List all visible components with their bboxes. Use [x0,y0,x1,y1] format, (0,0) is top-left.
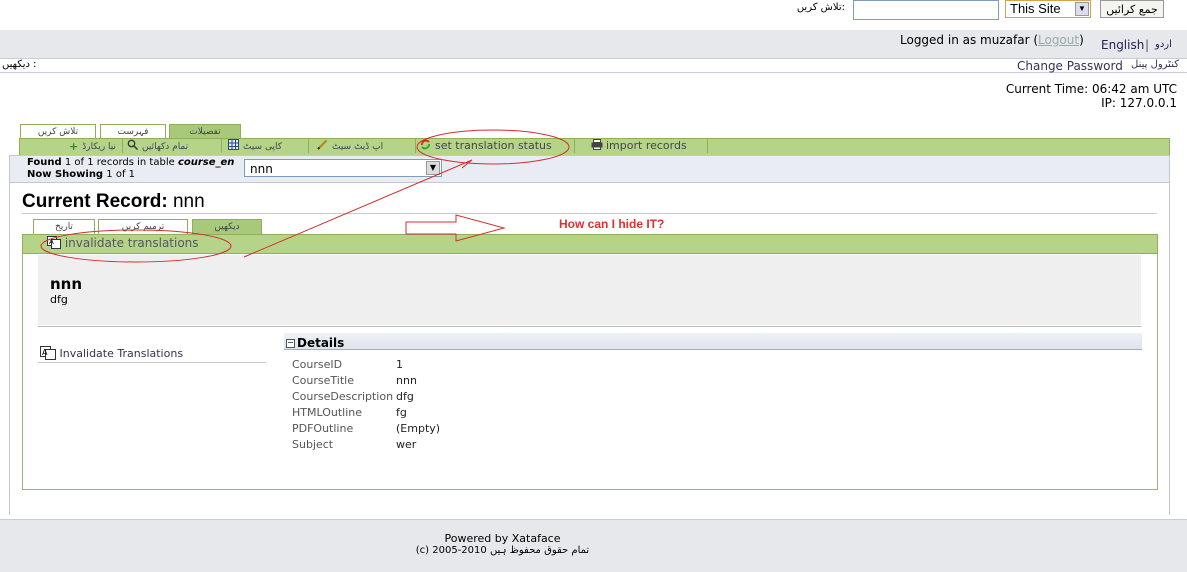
annotation-text: How can I hide IT? [559,217,665,231]
annotation-ellipse [40,229,232,263]
annotation-line [243,159,473,258]
annotation-arrow-icon [405,214,506,242]
annotation-ellipse [416,129,570,165]
annotation-overlay [40,129,570,263]
